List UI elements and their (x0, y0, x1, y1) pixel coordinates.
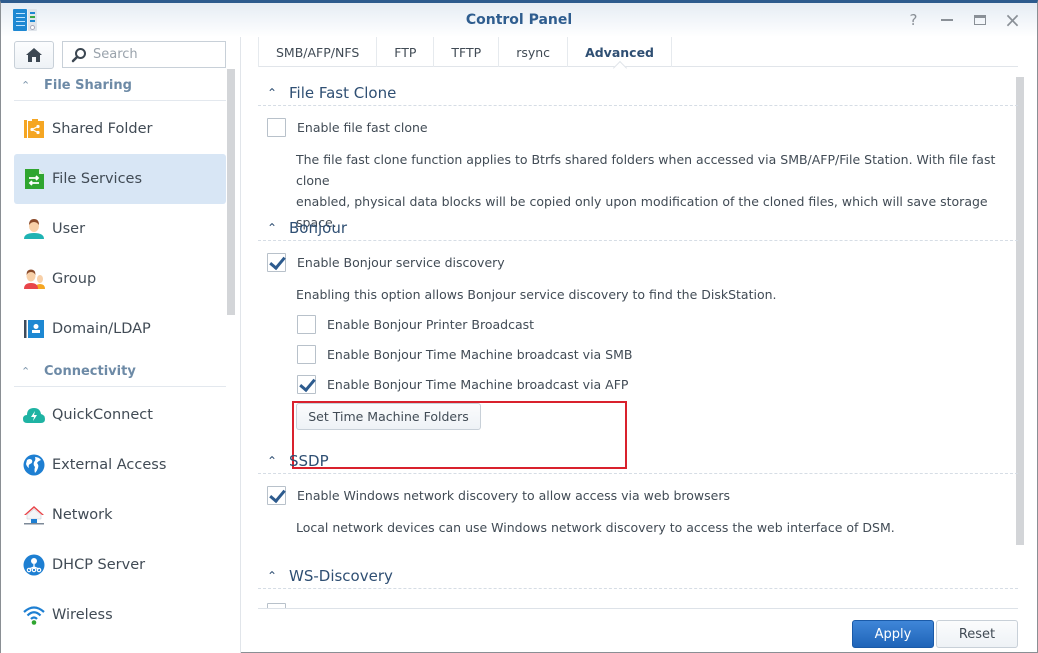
sidebar-item-shared-folder[interactable]: Shared Folder (14, 104, 226, 154)
network-house-icon (23, 504, 45, 526)
file-fast-clone-checkbox-row[interactable]: Enable file fast clone (267, 118, 428, 137)
section-title: WS-Discovery (289, 566, 393, 585)
enable-file-fast-clone-checkbox[interactable] (267, 118, 286, 137)
bonjour-printer-broadcast-checkbox[interactable] (297, 315, 316, 334)
sidebar-item-quickconnect[interactable]: QuickConnect (14, 390, 226, 440)
sidebar-item-dhcp-server[interactable]: DHCP Server (14, 540, 226, 590)
dhcp-server-icon (23, 554, 45, 576)
chevron-up-icon: ⌃ (21, 365, 31, 378)
sidebar-item-label: Wireless (52, 607, 113, 623)
bonjour-time-machine-afp-checkbox[interactable] (297, 375, 316, 394)
checkbox-label: Enable Bonjour Time Machine broadcast vi… (327, 347, 633, 362)
quickconnect-icon (23, 404, 45, 426)
home-button[interactable] (14, 41, 54, 69)
bonjour-printer-checkbox-row[interactable]: Enable Bonjour Printer Broadcast (297, 315, 534, 334)
tab-smb-afp-nfs[interactable]: SMB/AFP/NFS (258, 37, 378, 67)
tab-bar: SMB/AFP/NFS FTP TFTP rsync Advanced (258, 37, 1018, 67)
checkbox-label: Enable Bonjour Time Machine broadcast vi… (327, 377, 629, 392)
file-services-icon (23, 168, 45, 190)
checkbox-label: Enable Bonjour Printer Broadcast (327, 317, 535, 332)
bonjour-discovery-checkbox-row[interactable]: Enable Bonjour service discovery (267, 253, 505, 272)
chevron-up-icon: ⌃ (267, 85, 278, 100)
domain-ldap-icon (23, 318, 45, 340)
sidebar-item-network[interactable]: Network (14, 490, 226, 540)
settings-content: ⌃ File Fast Clone Enable file fast clone… (258, 77, 1018, 609)
section-header-ws-discovery[interactable]: ⌃ WS-Discovery (258, 563, 1018, 589)
checkbox-label: Enable Bonjour service discovery (297, 255, 505, 270)
sidebar-group-file-sharing[interactable]: ⌃ File Sharing (14, 71, 226, 101)
set-time-machine-folders-button[interactable]: Set Time Machine Folders (296, 403, 481, 430)
close-button[interactable]: × (996, 8, 1029, 32)
title-bar[interactable]: Control Panel ? × (1, 3, 1037, 37)
bonjour-time-machine-smb-checkbox[interactable] (297, 345, 316, 364)
section-title: SSDP (289, 451, 329, 470)
checkbox-label: Enable Windows network discovery to allo… (297, 488, 731, 503)
checkbox-label: Enable file fast clone (297, 120, 428, 135)
section-header-ssdp[interactable]: ⌃ SSDP (258, 448, 1018, 474)
chevron-up-icon: ⌃ (267, 568, 278, 583)
sidebar-item-external-access[interactable]: External Access (14, 440, 226, 490)
chevron-up-icon: ⌃ (267, 220, 278, 235)
reset-button[interactable]: Reset (936, 620, 1018, 648)
shared-folder-icon (23, 118, 45, 140)
sidebar-item-wireless[interactable]: Wireless (14, 590, 226, 640)
help-icon: ? (909, 11, 918, 29)
sidebar-group-label: File Sharing (44, 78, 132, 93)
tab-rsync[interactable]: rsync (499, 37, 569, 67)
enable-bonjour-discovery-checkbox[interactable] (267, 253, 286, 272)
footer-bar: Apply Reset (258, 608, 1018, 653)
sidebar-item-label: DHCP Server (52, 557, 146, 573)
minimize-button[interactable] (930, 10, 963, 30)
sidebar: ⌃ File Sharing Shared Folder File Servic… (1, 37, 241, 653)
sidebar-item-user[interactable]: User (14, 204, 226, 254)
search-input[interactable] (93, 47, 223, 62)
chevron-up-icon: ⌃ (267, 453, 278, 468)
window-title: Control Panel (465, 12, 573, 28)
bonjour-tm-smb-checkbox-row[interactable]: Enable Bonjour Time Machine broadcast vi… (297, 345, 632, 364)
globe-icon (23, 454, 45, 476)
enable-windows-network-discovery-checkbox[interactable] (267, 486, 286, 505)
sidebar-item-label: Domain/LDAP (52, 321, 151, 337)
control-panel-window: Control Panel ? × ⌃ File Sharing Shared … (0, 0, 1038, 653)
ssdp-description: Local network devices can use Windows ne… (296, 520, 895, 535)
section-title: Bonjour (289, 218, 347, 237)
sidebar-item-label: User (52, 221, 86, 237)
description-line: The file fast clone function applies to … (296, 152, 996, 188)
close-icon: × (1004, 8, 1021, 32)
sidebar-item-label: Shared Folder (52, 121, 153, 137)
chevron-up-icon: ⌃ (21, 79, 31, 92)
ssdp-checkbox-row[interactable]: Enable Windows network discovery to allo… (267, 486, 730, 505)
sidebar-item-label: Group (52, 271, 97, 287)
home-icon (26, 48, 42, 62)
section-title: File Fast Clone (289, 83, 397, 102)
search-icon (71, 47, 86, 62)
section-header-file-fast-clone[interactable]: ⌃ File Fast Clone (258, 80, 1018, 106)
maximize-icon (973, 15, 986, 25)
maximize-button[interactable] (963, 10, 996, 30)
wifi-icon (23, 604, 45, 626)
bonjour-description: Enabling this option allows Bonjour serv… (296, 287, 777, 302)
search-field[interactable] (62, 41, 226, 68)
sidebar-scrollbar[interactable] (227, 69, 235, 315)
sidebar-item-group[interactable]: Group (14, 254, 226, 304)
sidebar-item-label: File Services (52, 171, 143, 187)
tab-ftp[interactable]: FTP (377, 37, 435, 67)
sidebar-item-file-services[interactable]: File Services (14, 154, 226, 204)
user-icon (23, 218, 45, 240)
sidebar-item-label: QuickConnect (52, 407, 153, 423)
main-panel: SMB/AFP/NFS FTP TFTP rsync Advanced ⌃ Fi… (242, 37, 1037, 653)
minimize-icon (940, 19, 953, 21)
tab-advanced[interactable]: Advanced (568, 37, 673, 67)
apply-button[interactable]: Apply (852, 620, 934, 648)
sidebar-group-connectivity[interactable]: ⌃ Connectivity (14, 357, 226, 387)
sidebar-item-domain-ldap[interactable]: Domain/LDAP (14, 304, 226, 354)
help-button[interactable]: ? (897, 10, 930, 30)
section-header-bonjour[interactable]: ⌃ Bonjour (258, 215, 1018, 241)
group-icon (23, 268, 45, 290)
sidebar-group-label: Connectivity (44, 364, 136, 379)
sidebar-item-label: External Access (52, 457, 167, 473)
sidebar-item-label: Network (52, 507, 113, 523)
bonjour-tm-afp-checkbox-row[interactable]: Enable Bonjour Time Machine broadcast vi… (297, 375, 628, 394)
tab-tftp[interactable]: TFTP (434, 37, 500, 67)
